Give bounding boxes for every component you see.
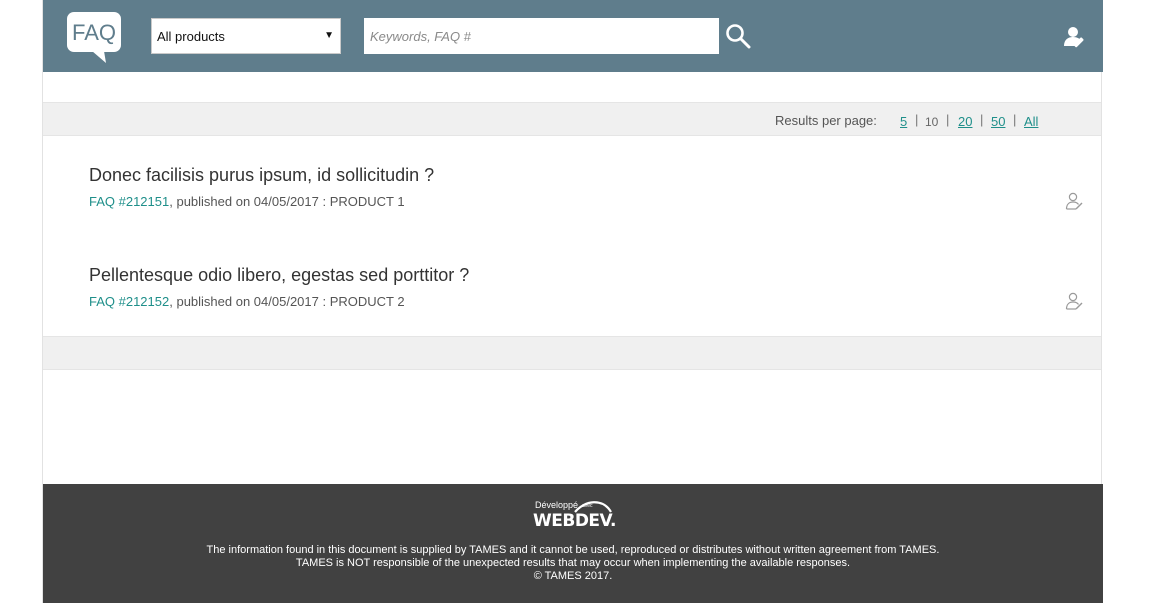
faq-title-link[interactable]: Donec facilisis purus ipsum, id sollicit… <box>89 165 434 186</box>
faq-list-item: Donec facilisis purus ipsum, id sollicit… <box>43 136 1101 236</box>
rpp-separator: | <box>1013 112 1017 127</box>
user-icon[interactable] <box>1065 292 1083 310</box>
svg-text:FAQ: FAQ <box>72 20 116 45</box>
user-icon[interactable] <box>1065 192 1083 210</box>
faq-published-text: , published on 04/05/2017 : PRODUCT 1 <box>169 194 405 209</box>
pagination-bar <box>43 336 1101 370</box>
footer-copyright: © TAMES 2017. <box>533 570 613 582</box>
search-icon[interactable] <box>725 23 751 49</box>
webdev-developed-text: Développé <box>535 500 579 510</box>
page-container: FAQ All products ▼ Keywords, FAQ # Resul… <box>42 0 1103 603</box>
faq-logo-icon[interactable]: FAQ <box>66 11 122 65</box>
footer-line: The information found in this document i… <box>206 544 940 556</box>
product-select-value: All products <box>157 29 225 44</box>
rpp-option-all[interactable]: All <box>1024 114 1038 129</box>
rpp-separator: | <box>915 112 919 127</box>
faq-meta: FAQ #212151, published on 04/05/2017 : P… <box>89 194 405 209</box>
rpp-separator: | <box>980 112 984 127</box>
webdev-brand-text: WEBDEV. <box>533 511 616 531</box>
user-login-icon[interactable] <box>1063 25 1087 49</box>
faq-meta: FAQ #212152, published on 04/05/2017 : P… <box>89 294 405 309</box>
product-select[interactable]: All products ▼ <box>151 18 341 54</box>
faq-id-link[interactable]: FAQ #212151 <box>89 194 169 209</box>
rpp-option-20[interactable]: 20 <box>958 114 972 129</box>
faq-list-item: Pellentesque odio libero, egestas sed po… <box>43 236 1101 336</box>
results-per-page-label: Results per page: <box>775 113 877 128</box>
rpp-option-50[interactable]: 50 <box>991 114 1005 129</box>
footer: Développé avec WEBDEV. The information f… <box>43 484 1103 603</box>
footer-line: TAMES is NOT responsible of the unexpect… <box>295 557 851 569</box>
search-input[interactable]: Keywords, FAQ # <box>364 18 719 54</box>
faq-published-text: , published on 04/05/2017 : PRODUCT 2 <box>169 294 405 309</box>
search-placeholder: Keywords, FAQ # <box>370 29 471 44</box>
rpp-option-10: 10 <box>925 115 939 129</box>
rpp-option-5[interactable]: 5 <box>900 114 907 129</box>
dropdown-arrow-icon: ▼ <box>324 30 334 41</box>
webdev-avec-text: avec <box>582 503 593 509</box>
faq-id-link[interactable]: FAQ #212152 <box>89 294 169 309</box>
results-per-page-bar: Results per page: 5 | 10 | 20 | 50 | All <box>43 102 1101 136</box>
faq-title-link[interactable]: Pellentesque odio libero, egestas sed po… <box>89 265 469 286</box>
header-bar: FAQ All products ▼ Keywords, FAQ # <box>43 0 1103 72</box>
webdev-logo[interactable]: Développé avec WEBDEV. <box>533 498 616 532</box>
rpp-separator: | <box>946 112 950 127</box>
footer-disclaimer: The information found in this document i… <box>43 544 1103 583</box>
